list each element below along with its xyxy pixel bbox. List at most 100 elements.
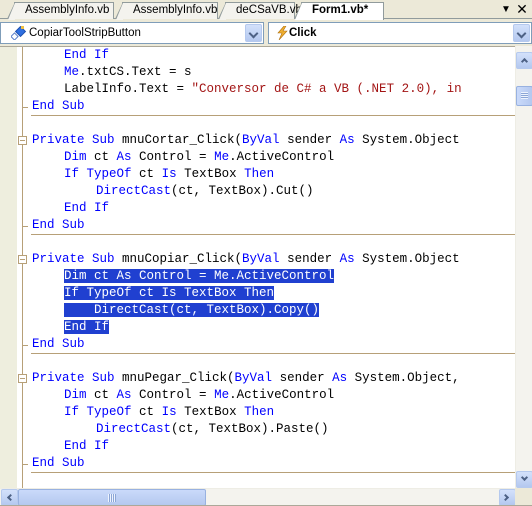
tab-assemblyinfo-2[interactable]: AssemblyInfo.vb bbox=[115, 2, 218, 20]
keyword-token: Is bbox=[161, 167, 177, 181]
document-tab-bar: AssemblyInfo.vb AssemblyInfo.vb deCSaVB.… bbox=[0, 0, 532, 20]
class-dropdown-chevron-icon[interactable] bbox=[245, 24, 262, 42]
vertical-scroll-thumb[interactable] bbox=[516, 86, 532, 106]
keyword-token: As bbox=[339, 252, 355, 266]
keyword-token: TypeOf bbox=[86, 405, 132, 419]
procedure-separator bbox=[31, 472, 516, 473]
vertical-scrollbar[interactable] bbox=[515, 46, 532, 488]
class-name-value: CopiarToolStripButton bbox=[29, 27, 141, 39]
procedure-separator bbox=[31, 234, 516, 235]
code-line[interactable]: End Sub bbox=[32, 98, 85, 115]
code-line-selected[interactable]: End If bbox=[64, 319, 110, 336]
keyword-token: Me bbox=[214, 388, 230, 402]
collapse-region-icon[interactable] bbox=[18, 255, 27, 264]
scroll-up-icon[interactable] bbox=[516, 52, 532, 69]
code-line[interactable]: Dim ct As Control = Me.ActiveControl bbox=[64, 149, 334, 166]
selection-highlight: Dim ct As Control = Me.ActiveControl bbox=[64, 269, 335, 283]
scrollbar-corner bbox=[515, 488, 532, 506]
code-line[interactable]: DirectCast(ct, TextBox).Cut() bbox=[96, 183, 314, 200]
code-line[interactable]: End Sub bbox=[32, 455, 85, 472]
code-line[interactable]: Private Sub mnuCortar_Click(ByVal sender… bbox=[32, 132, 460, 149]
code-line[interactable]: End If bbox=[64, 438, 109, 455]
tool-strip-button-icon bbox=[11, 26, 27, 40]
code-line[interactable]: If TypeOf ct Is TextBox Then bbox=[64, 404, 274, 421]
code-line[interactable]: End Sub bbox=[32, 336, 85, 353]
selection-highlight: End If bbox=[64, 320, 110, 334]
method-name-combobox[interactable]: Click bbox=[268, 22, 532, 44]
code-token: End If bbox=[64, 320, 110, 334]
code-line[interactable]: End If bbox=[64, 47, 109, 64]
keyword-token: Private Sub bbox=[32, 252, 115, 266]
code-line[interactable]: Private Sub mnuCopiar_Click(ByVal sender… bbox=[32, 251, 460, 268]
code-token: sender bbox=[279, 133, 340, 147]
lightning-event-icon bbox=[277, 26, 288, 40]
collapse-region-icon[interactable] bbox=[18, 374, 27, 383]
code-navigation-bar: CopiarToolStripButton Click bbox=[0, 20, 532, 46]
procedure-separator bbox=[31, 353, 516, 354]
tab-assemblyinfo-1[interactable]: AssemblyInfo.vb bbox=[7, 2, 114, 20]
code-line[interactable]: DirectCast(ct, TextBox).Paste() bbox=[96, 421, 329, 438]
horizontal-scrollbar[interactable] bbox=[0, 488, 516, 506]
string-token: "Conversor de C# a VB (.NET 2.0), in bbox=[191, 82, 462, 96]
collapse-region-icon[interactable] bbox=[18, 136, 27, 145]
code-line[interactable]: Me.txtCS.Text = s bbox=[64, 64, 192, 81]
keyword-token: TypeOf bbox=[86, 167, 132, 181]
code-line[interactable]: Private Sub mnuPegar_Click(ByVal sender … bbox=[32, 370, 460, 387]
keyword-token: End If bbox=[64, 439, 110, 453]
keyword-token: DirectCast bbox=[96, 184, 172, 198]
code-line[interactable]: End Sub bbox=[32, 217, 85, 234]
code-token: DirectCast(ct, TextBox).Copy() bbox=[64, 303, 320, 317]
code-token: LabelInfo.Text = bbox=[64, 82, 192, 96]
code-line[interactable]: End If bbox=[64, 200, 109, 217]
selection-highlight: DirectCast(ct, TextBox).Copy() bbox=[64, 303, 320, 317]
code-token: mnuCortar_Click( bbox=[114, 133, 243, 147]
keyword-token: End Sub bbox=[32, 218, 85, 232]
scroll-right-icon[interactable] bbox=[499, 489, 516, 506]
tab-list-dropdown-icon[interactable]: ▼ bbox=[500, 3, 512, 16]
tab-decsavb[interactable]: deCSaVB.vb bbox=[218, 2, 302, 20]
code-line[interactable]: LabelInfo.Text = "Conversor de C# a VB (… bbox=[64, 81, 462, 98]
keyword-token: End Sub bbox=[32, 456, 85, 470]
tab-form1[interactable]: Form1.vb* bbox=[294, 2, 384, 20]
code-line-selected[interactable]: If TypeOf ct Is TextBox Then bbox=[64, 285, 275, 302]
code-line-selected[interactable]: Dim ct As Control = Me.ActiveControl bbox=[64, 268, 335, 285]
code-token: .txtCS.Text = s bbox=[79, 65, 192, 79]
region-end-marker bbox=[22, 345, 28, 346]
code-line-selected[interactable]: DirectCast(ct, TextBox).Copy() bbox=[64, 302, 320, 319]
close-document-icon[interactable]: ✕ bbox=[516, 2, 528, 16]
code-line[interactable]: Dim ct As Control = Me.ActiveControl bbox=[64, 387, 334, 404]
outlining-line bbox=[22, 47, 23, 488]
horizontal-scroll-thumb[interactable] bbox=[18, 489, 206, 506]
code-token: Control = bbox=[131, 150, 215, 164]
keyword-token: Private Sub bbox=[32, 133, 115, 147]
keyword-token: If bbox=[64, 167, 80, 181]
keyword-token: Is bbox=[161, 405, 177, 419]
code-token: sender bbox=[279, 252, 340, 266]
code-token: ct bbox=[86, 388, 117, 402]
code-editor[interactable]: End If Me.txtCS.Text = s LabelInfo.Text = … bbox=[0, 46, 516, 488]
keyword-token: As bbox=[339, 133, 355, 147]
keyword-token: As bbox=[332, 371, 348, 385]
keyword-token: DirectCast bbox=[96, 422, 172, 436]
keyword-token: Me bbox=[214, 150, 230, 164]
scroll-left-icon[interactable] bbox=[1, 489, 18, 506]
code-token: Dim ct As Control = Me.ActiveControl bbox=[64, 269, 335, 283]
keyword-token: ByVal bbox=[242, 133, 280, 147]
code-line[interactable]: If TypeOf ct Is TextBox Then bbox=[64, 166, 274, 183]
method-dropdown-chevron-icon[interactable] bbox=[513, 24, 530, 42]
code-token: System.Object, bbox=[347, 371, 460, 385]
keyword-token: Then bbox=[244, 167, 275, 181]
indicator-margin bbox=[0, 47, 17, 488]
code-token: ct bbox=[131, 405, 162, 419]
keyword-token: Me bbox=[64, 65, 80, 79]
code-token: ct bbox=[131, 167, 162, 181]
region-end-marker bbox=[22, 107, 28, 108]
code-token: If TypeOf ct Is TextBox Then bbox=[64, 286, 275, 300]
region-end-marker bbox=[22, 226, 28, 227]
selection-highlight: If TypeOf ct Is TextBox Then bbox=[64, 286, 275, 300]
scroll-down-icon[interactable] bbox=[516, 471, 532, 488]
keyword-token: End If bbox=[64, 201, 110, 215]
class-name-combobox[interactable]: CopiarToolStripButton bbox=[0, 22, 264, 44]
method-name-value: Click bbox=[289, 27, 317, 39]
